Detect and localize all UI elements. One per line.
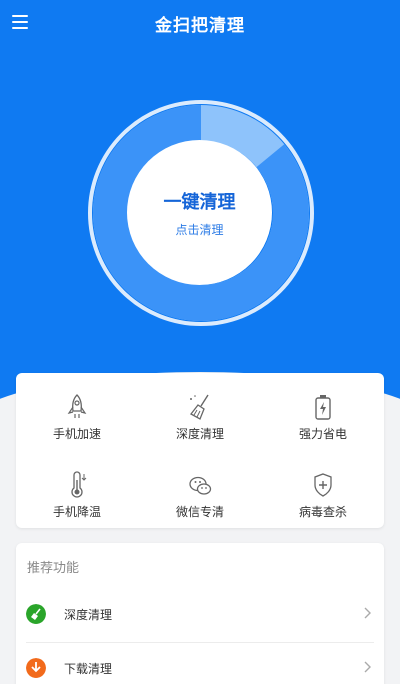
tool-virus-scan[interactable]: 病毒查杀 xyxy=(262,459,384,529)
battery-icon xyxy=(315,395,331,420)
recommended-item-deep-clean[interactable]: 深度清理 xyxy=(26,589,374,639)
download-badge-icon xyxy=(26,658,46,678)
one-key-clean-button[interactable]: 一键清理 点击清理 xyxy=(127,140,272,285)
tool-label: 病毒查杀 xyxy=(298,505,347,519)
tool-deep-clean[interactable]: 深度清理 xyxy=(139,381,261,451)
tool-phone-boost[interactable]: 手机加速 xyxy=(16,381,138,451)
recommended-label: 下载清理 xyxy=(64,662,113,676)
recommended-item-download-clean[interactable]: 下载清理 xyxy=(26,642,374,684)
broom-badge-icon xyxy=(26,604,46,624)
chevron-right-icon xyxy=(364,661,371,673)
app-screen: 金扫把清理 一键清理 点击清理 手机加速 深度清理 强力省电 手机降温 微信专清… xyxy=(0,0,400,684)
tool-label: 手机降温 xyxy=(52,505,101,519)
recommended-label: 深度清理 xyxy=(64,608,113,622)
rocket-icon xyxy=(67,394,87,418)
tool-label: 手机加速 xyxy=(52,427,101,441)
broom-icon xyxy=(190,394,209,420)
tool-power-saving[interactable]: 强力省电 xyxy=(262,381,384,451)
tool-label: 微信专清 xyxy=(175,505,224,519)
clean-main-label: 一键清理 xyxy=(163,192,236,213)
recommended-card: 推荐功能 深度清理 下载清理 xyxy=(16,543,384,684)
tool-label: 强力省电 xyxy=(298,427,347,441)
tool-label: 深度清理 xyxy=(175,427,224,441)
app-title: 金扫把清理 xyxy=(155,16,245,36)
tool-wechat-clean[interactable]: 微信专清 xyxy=(139,459,261,529)
recommended-heading: 推荐功能 xyxy=(27,561,80,576)
clean-sub-label: 点击清理 xyxy=(175,223,224,237)
tool-phone-cooling[interactable]: 手机降温 xyxy=(16,459,138,529)
shield-icon xyxy=(314,473,332,497)
chevron-right-icon xyxy=(364,607,371,619)
top-bar: 金扫把清理 xyxy=(0,0,400,46)
wechat-icon xyxy=(189,476,212,495)
tools-card: 手机加速 深度清理 强力省电 手机降温 微信专清 病毒查杀 xyxy=(16,373,384,528)
thermometer-icon xyxy=(71,471,87,498)
